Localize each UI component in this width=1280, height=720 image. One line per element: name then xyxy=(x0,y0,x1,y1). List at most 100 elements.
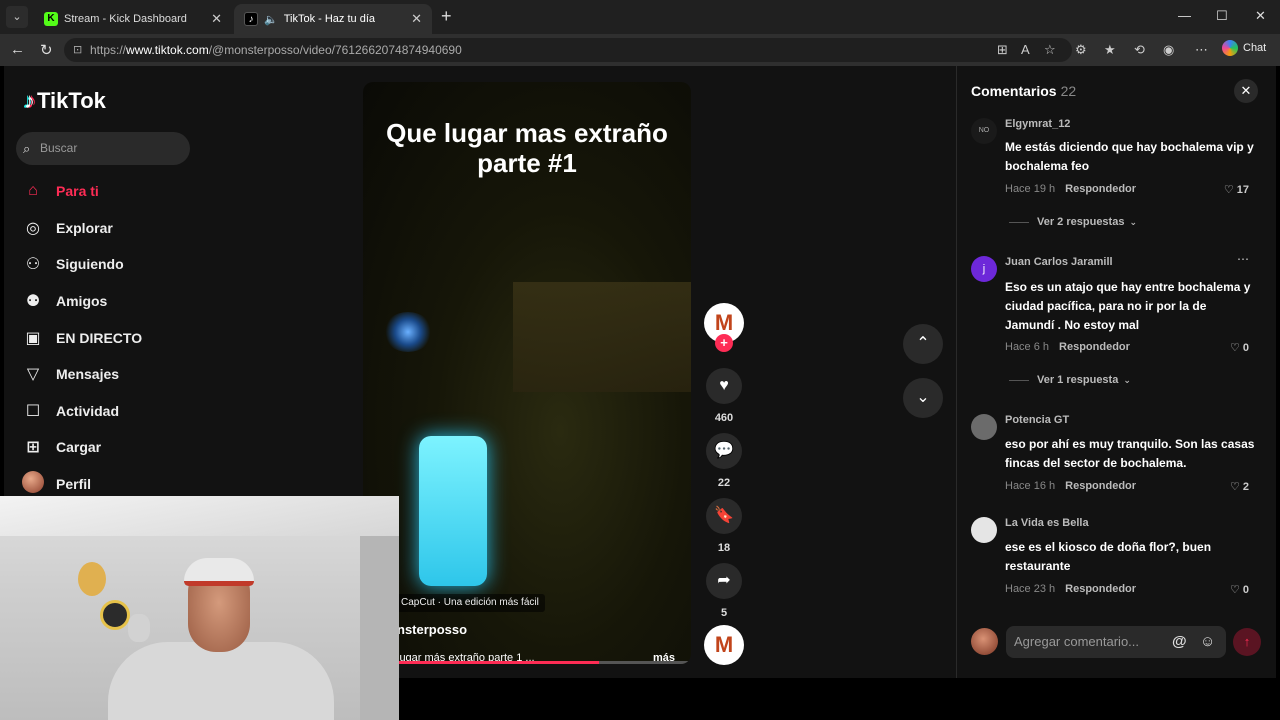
emoji-icon[interactable]: ☺ xyxy=(1200,626,1215,658)
comment-like-count: 0 xyxy=(1242,342,1249,354)
favorites-icon[interactable]: ★ xyxy=(1104,42,1116,58)
reply-button[interactable]: Respondedor xyxy=(1065,583,1136,595)
maximize-icon[interactable]: ☐ xyxy=(1216,8,1228,24)
address-bar-row: ← ↻ ⊡ https://www.tiktok.com/@monsterpos… xyxy=(0,34,1280,66)
previous-video-chevron-up-icon[interactable]: ⌃ xyxy=(903,324,943,364)
view-replies-label: Ver 1 respuesta xyxy=(1037,374,1119,386)
comment-like[interactable]: ♡ 0 xyxy=(1230,583,1249,596)
comment-username[interactable]: Juan Carlos Jaramill xyxy=(1005,256,1113,268)
comment-text: Eso es un atajo que hay entre bochalema … xyxy=(1005,280,1251,332)
comment-like-count: 0 xyxy=(1242,584,1249,596)
sidebar-item-label: Actividad xyxy=(56,403,120,419)
profile-icon[interactable]: ◉ xyxy=(1163,42,1174,58)
sidebar-item-en-directo[interactable]: ▣ EN DIRECTO xyxy=(22,325,142,351)
apps-icon[interactable]: ⊞ xyxy=(997,42,1008,58)
url-host: www.tiktok.com xyxy=(126,43,209,57)
send-arrow-icon[interactable]: ↑ xyxy=(1233,628,1261,656)
divider-line xyxy=(1009,221,1029,223)
new-tab-icon[interactable]: + xyxy=(441,7,452,25)
video-author[interactable]: nsterposso xyxy=(397,622,467,637)
kick-favicon: K xyxy=(44,12,58,26)
history-icon[interactable]: ⟲ xyxy=(1134,42,1145,58)
sidebar-item-label: Cargar xyxy=(56,439,102,455)
window-close-icon[interactable]: ✕ xyxy=(1255,8,1266,24)
comments-panel: Comentarios 22 ✕ NO Elgymrat_12 Me estás … xyxy=(956,66,1276,678)
comment-text: Me estás diciendo que hay bochalema vip … xyxy=(1005,140,1254,173)
capcut-tag[interactable]: CapCut · Una edición más fácil xyxy=(395,594,545,612)
reload-icon[interactable]: ↻ xyxy=(40,41,53,59)
tab-kick-dashboard[interactable]: K Stream - Kick Dashboard ✕ xyxy=(34,4,232,34)
comment-username[interactable]: Elgymrat_12 xyxy=(1005,118,1070,130)
sidebar-item-para-ti[interactable]: ⌂ Para ti xyxy=(22,178,99,204)
url-field[interactable]: ⊡ https://www.tiktok.com/@monsterposso/v… xyxy=(64,38,1072,62)
comment-username[interactable]: Potencia GT xyxy=(1005,414,1069,426)
next-video-chevron-down-icon[interactable]: ⌄ xyxy=(903,378,943,418)
sidebar-item-perfil[interactable]: Perfil xyxy=(22,470,92,497)
view-replies-button[interactable]: Ver 1 respuesta ⌄ xyxy=(1009,374,1131,386)
webcam-ceiling xyxy=(0,496,399,536)
view-replies-button[interactable]: Ver 2 respuestas ⌄ xyxy=(1009,216,1137,228)
friends-icon: ⚉ xyxy=(25,293,41,310)
comment-username[interactable]: La Vida es Bella xyxy=(1005,517,1089,529)
sidebar-item-explorar[interactable]: ◎ Explorar xyxy=(22,215,113,241)
sidebar-item-label: Perfil xyxy=(56,476,92,492)
comments-title: Comentarios xyxy=(971,83,1057,99)
favorite-star-icon[interactable]: ☆ xyxy=(1044,42,1056,58)
music-disc-avatar[interactable]: M xyxy=(704,625,744,665)
comments-count: 22 xyxy=(1060,83,1077,99)
chat-label: Chat xyxy=(1243,42,1267,54)
more-options-icon[interactable]: ⋯ xyxy=(1237,252,1249,266)
comment-avatar[interactable] xyxy=(971,414,997,440)
like-icon[interactable]: ♥ xyxy=(706,368,742,404)
close-tab-icon[interactable]: ✕ xyxy=(411,11,422,27)
comment-like-count: 2 xyxy=(1242,481,1249,493)
comment-icon[interactable]: 💬 xyxy=(706,433,742,469)
comment-like[interactable]: ♡ 0 xyxy=(1230,341,1249,354)
bookmark-icon[interactable]: 🔖 xyxy=(706,498,742,534)
translate-icon[interactable]: A xyxy=(1021,42,1030,57)
close-comments-icon[interactable]: ✕ xyxy=(1234,79,1258,103)
comment-composer: Agregar comentario... @ ☺ ↑ xyxy=(971,626,1267,658)
webcam-overlay xyxy=(0,496,399,720)
tab-actions-menu-icon[interactable]: ⌄ xyxy=(6,6,28,28)
video-progress-bar[interactable] xyxy=(363,661,691,664)
site-info-icon[interactable]: ⊡ xyxy=(73,38,82,62)
comment-input[interactable]: Agregar comentario... @ ☺ xyxy=(1006,626,1226,658)
sidebar-item-cargar[interactable]: ⊞ Cargar xyxy=(22,434,101,460)
video-actions: M + ♥ 460 💬 22 🔖 18 ➦ 5 M xyxy=(704,66,744,678)
follow-plus-icon[interactable]: + xyxy=(715,334,733,352)
comment-like-count: 17 xyxy=(1236,184,1249,196)
like-count: 460 xyxy=(714,412,734,424)
mention-at-icon[interactable]: @ xyxy=(1172,626,1187,658)
share-icon[interactable]: ➦ xyxy=(706,563,742,599)
copilot-chat-button[interactable]: Chat xyxy=(1222,40,1266,56)
reply-button[interactable]: Respondedor xyxy=(1065,480,1136,492)
tiktok-logo[interactable]: ♪ TikTok xyxy=(24,88,106,114)
video-player[interactable]: Que lugar mas extraño parte #1 CapCut · … xyxy=(363,82,691,664)
back-icon[interactable]: ← xyxy=(10,41,25,58)
tab-title: TikTok - Haz tu día xyxy=(283,13,375,25)
reply-button[interactable]: Respondedor xyxy=(1065,183,1136,195)
minimize-icon[interactable]: — xyxy=(1178,8,1191,23)
comment-avatar[interactable]: NO xyxy=(971,118,997,144)
sidebar-item-label: Mensajes xyxy=(56,366,120,382)
comment-avatar[interactable]: j xyxy=(971,256,997,282)
sidebar-item-actividad[interactable]: ☐ Actividad xyxy=(22,398,119,424)
live-icon: ▣ xyxy=(25,330,41,347)
comment-like[interactable]: ♡ 2 xyxy=(1230,480,1249,493)
sidebar-item-amigos[interactable]: ⚉ Amigos xyxy=(22,288,108,314)
comment-meta: Hace 23 h Respondedor xyxy=(1005,583,1136,595)
search-input[interactable]: ⌕ Buscar xyxy=(16,132,190,165)
speaker-icon[interactable]: 🔈 xyxy=(264,13,278,26)
sidebar-item-siguiendo[interactable]: ⚇ Siguiendo xyxy=(22,251,124,277)
comment-like[interactable]: ♡ 17 xyxy=(1224,183,1249,196)
comment-avatar[interactable] xyxy=(971,517,997,543)
extensions-icon[interactable]: ⚙ xyxy=(1075,42,1087,58)
close-tab-icon[interactable]: ✕ xyxy=(211,11,222,27)
sidebar-item-mensajes[interactable]: ▽ Mensajes xyxy=(22,361,119,387)
url-prefix: https:// xyxy=(90,43,127,57)
reply-button[interactable]: Respondedor xyxy=(1059,341,1130,353)
tab-tiktok[interactable]: ♪ 🔈 TikTok - Haz tu día ✕ xyxy=(234,4,432,34)
chevron-down-icon: ⌄ xyxy=(1129,216,1137,227)
more-options-icon[interactable]: ⋯ xyxy=(1195,42,1208,58)
